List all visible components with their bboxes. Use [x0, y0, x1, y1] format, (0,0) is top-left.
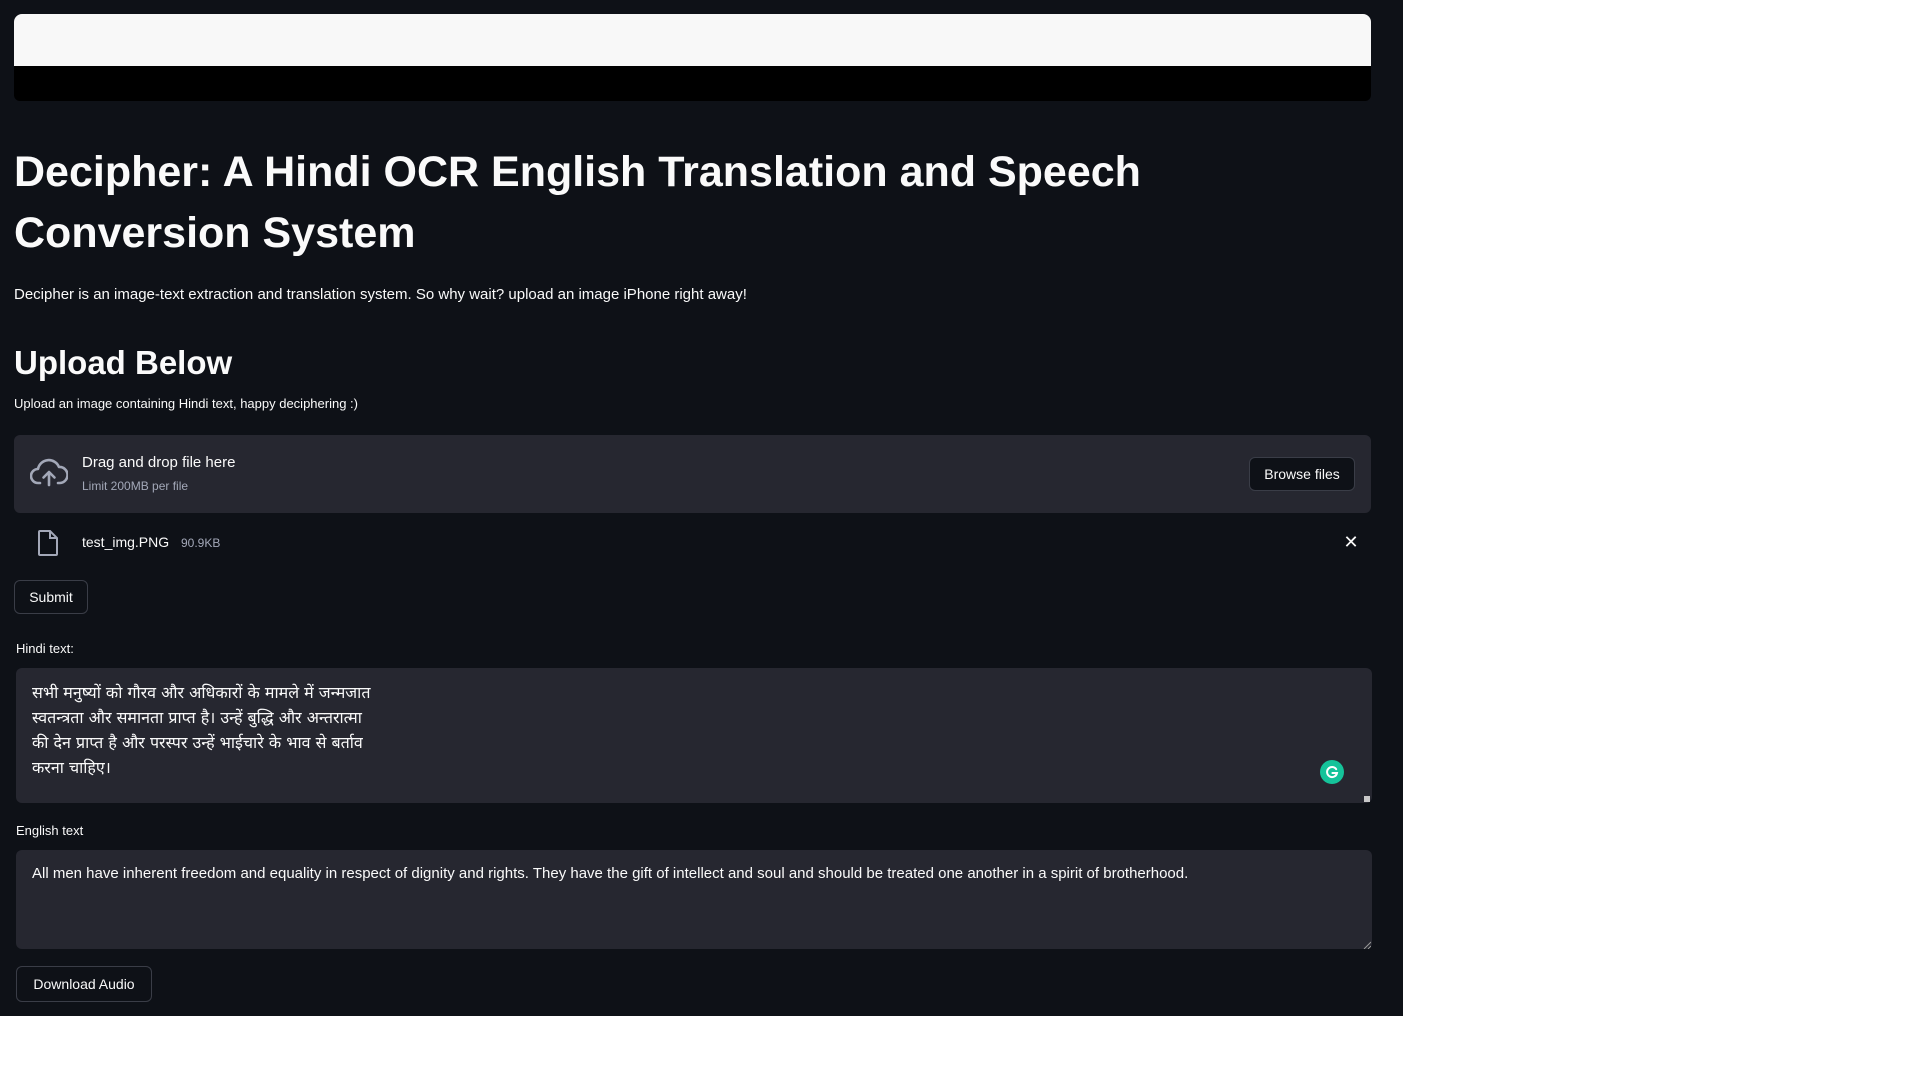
decoration-bar: [14, 66, 1371, 101]
uploader-label: Upload an image containing Hindi text, h…: [14, 396, 358, 411]
section-heading: Upload Below: [14, 344, 233, 381]
grammarly-g-icon: [1326, 766, 1339, 779]
dropzone-instructions: Drag and drop file here: [82, 454, 236, 471]
file-name: test_img.PNG: [82, 534, 170, 550]
hindi-text-label: Hindi text:: [16, 641, 74, 656]
intro-text: Decipher is an image-text extraction and…: [14, 286, 747, 303]
submit-button[interactable]: Submit: [14, 580, 88, 614]
resize-grip-icon[interactable]: [1363, 941, 1371, 949]
close-icon[interactable]: ✕: [1339, 530, 1363, 554]
page-title: Decipher: A Hindi OCR English Translatio…: [14, 148, 1141, 257]
cloud-upload-icon: [30, 458, 68, 487]
app-container: Decipher: A Hindi OCR English Translatio…: [0, 0, 1403, 1016]
grammarly-icon[interactable]: [1320, 760, 1344, 784]
download-audio-button[interactable]: Download Audio: [16, 966, 152, 1002]
file-size: 90.9KB: [181, 536, 221, 550]
browse-files-button[interactable]: Browse files: [1249, 457, 1355, 491]
english-text-label: English text: [16, 823, 84, 838]
english-text-area[interactable]: All men have inherent freedom and equali…: [16, 850, 1372, 949]
file-icon: [38, 530, 58, 556]
dropzone-limit: Limit 200MB per file: [82, 479, 189, 493]
resize-handle-icon[interactable]: [1364, 796, 1370, 802]
uploaded-file-row: test_img.PNG 90.9KB ✕: [14, 520, 1371, 564]
hindi-text-area[interactable]: सभी मनुष्यों को गौरव और अधिकारों के मामल…: [16, 668, 1372, 803]
top-header-bar: [14, 14, 1371, 66]
file-dropzone[interactable]: Drag and drop file here Limit 200MB per …: [14, 435, 1371, 513]
